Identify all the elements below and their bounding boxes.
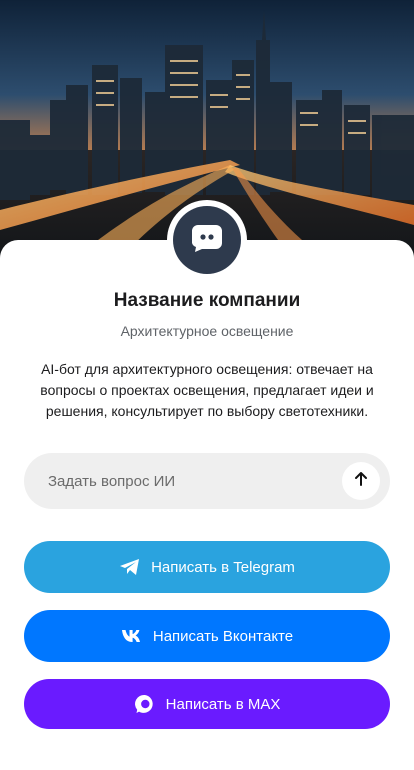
ask-ai-box	[24, 453, 390, 509]
company-name: Название компании	[113, 290, 301, 311]
ask-ai-input[interactable]	[24, 453, 324, 509]
chat-bot-icon	[190, 223, 224, 258]
send-button[interactable]	[342, 462, 380, 500]
telegram-icon	[119, 558, 141, 576]
max-button-label: Написать в MAX	[165, 695, 281, 713]
avatar	[167, 200, 247, 280]
vk-icon	[121, 629, 143, 643]
max-icon	[134, 693, 156, 715]
max-button[interactable]: Написать в MAX	[24, 679, 390, 729]
company-category: Архитектурное освещение	[120, 323, 294, 339]
page: Название компании Архитектурное освещени…	[0, 0, 414, 770]
avatar-badge	[173, 206, 241, 274]
telegram-button[interactable]: Написать в Telegram	[24, 541, 390, 593]
company-description: AI-бот для архитектурного освещения: отв…	[40, 361, 374, 419]
telegram-button-label: Написать в Telegram	[151, 558, 295, 576]
vk-button[interactable]: Написать Вконтакте	[24, 610, 390, 662]
arrow-up-icon	[353, 471, 369, 492]
vk-button-label: Написать Вконтакте	[152, 627, 294, 645]
